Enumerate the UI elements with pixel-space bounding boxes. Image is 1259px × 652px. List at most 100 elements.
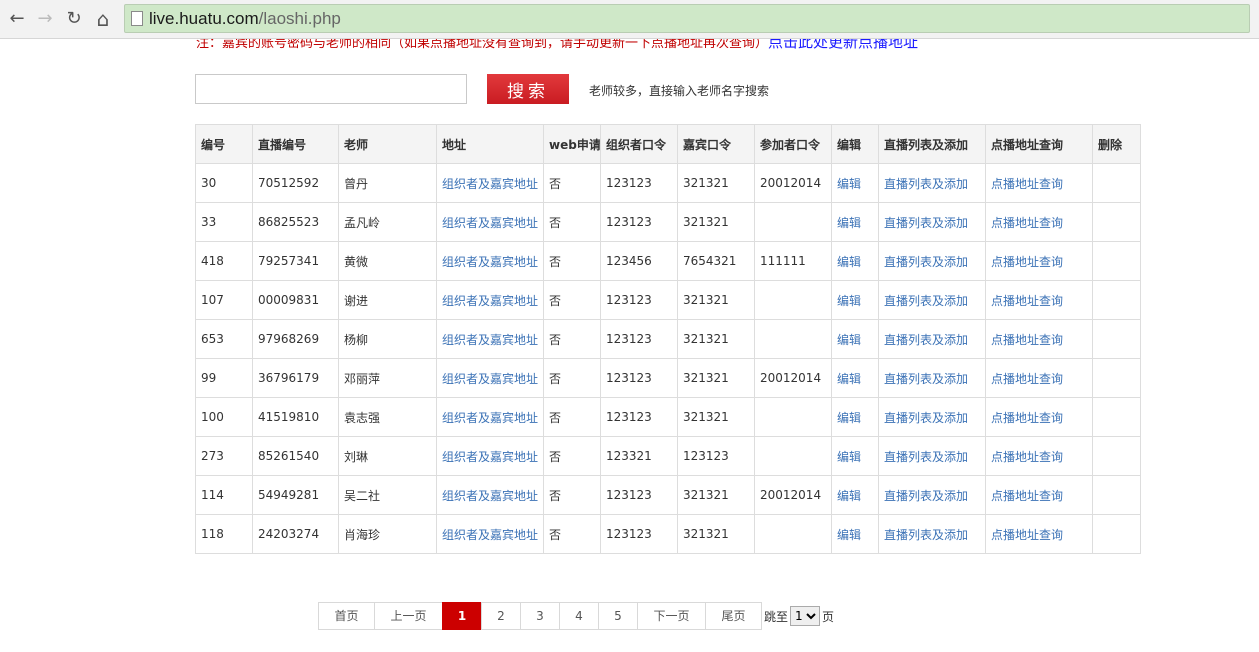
cell-attend-pwd: 20012014 [754, 163, 832, 203]
cell-org-pwd: 123123 [600, 514, 678, 554]
live-list-link[interactable]: 直播列表及添加 [884, 255, 968, 269]
vod-query-cell: 点播地址查询 [985, 241, 1093, 281]
next-page-button[interactable]: 下一页 [637, 602, 706, 630]
live-list-link[interactable]: 直播列表及添加 [884, 372, 968, 386]
edit-link[interactable]: 编辑 [837, 177, 861, 191]
edit-cell: 编辑 [831, 280, 879, 320]
search-button[interactable]: 搜索 [487, 74, 569, 104]
vod-query-link[interactable]: 点播地址查询 [991, 450, 1063, 464]
back-arrow-icon[interactable]: ← [6, 8, 28, 30]
address-link[interactable]: 组织者及嘉宾地址 [442, 372, 538, 386]
live-list-link[interactable]: 直播列表及添加 [884, 450, 968, 464]
table-row: 107 00009831 谢进 组织者及嘉宾地址否 123123 321321 编辑 直播列表… [195, 280, 1141, 320]
cell-guest-pwd: 321321 [677, 319, 755, 359]
page-icon [131, 11, 143, 26]
live-list-link[interactable]: 直播列表及添加 [884, 489, 968, 503]
live-list-link[interactable]: 直播列表及添加 [884, 411, 968, 425]
table-row: 30 70512592 曾丹 组织者及嘉宾地址否 123123 321321 2001201… [195, 163, 1141, 203]
header-live-list: 直播列表及添加 [878, 124, 986, 164]
address-cell: 组织者及嘉宾地址 [436, 358, 544, 398]
header-delete: 删除 [1092, 124, 1141, 164]
vod-query-link[interactable]: 点播地址查询 [991, 255, 1063, 269]
edit-cell: 编辑 [831, 514, 879, 554]
live-list-link[interactable]: 直播列表及添加 [884, 294, 968, 308]
page-2-button[interactable]: 2 [481, 602, 521, 630]
cell-live-no: 24203274 [252, 514, 339, 554]
table-body: 30 70512592 曾丹 组织者及嘉宾地址否 123123 321321 2001201… [195, 163, 1141, 554]
address-cell: 组织者及嘉宾地址 [436, 514, 544, 554]
cell-delete [1092, 475, 1141, 515]
address-link[interactable]: 组织者及嘉宾地址 [442, 294, 538, 308]
first-page-button[interactable]: 首页 [318, 602, 375, 630]
live-list-cell: 直播列表及添加 [878, 163, 986, 203]
reload-icon[interactable]: ↻ [63, 8, 85, 30]
vod-query-link[interactable]: 点播地址查询 [991, 528, 1063, 542]
vod-query-link[interactable]: 点播地址查询 [991, 333, 1063, 347]
address-link[interactable]: 组织者及嘉宾地址 [442, 489, 538, 503]
cell-org-pwd: 123321 [600, 436, 678, 476]
page-1-button[interactable]: 1 [442, 602, 482, 630]
address-link[interactable]: 组织者及嘉宾地址 [442, 528, 538, 542]
edit-link[interactable]: 编辑 [837, 294, 861, 308]
vod-query-cell: 点播地址查询 [985, 202, 1093, 242]
cell-teacher: 袁志强 [338, 397, 437, 437]
cell-org-pwd: 123123 [600, 163, 678, 203]
cell-teacher: 曾丹 [338, 163, 437, 203]
cell-live-no: 00009831 [252, 280, 339, 320]
header-attend-pwd: 参加者口令 [754, 124, 832, 164]
edit-link[interactable]: 编辑 [837, 450, 861, 464]
address-link[interactable]: 组织者及嘉宾地址 [442, 177, 538, 191]
edit-link[interactable]: 编辑 [837, 255, 861, 269]
home-icon[interactable]: ⌂ [92, 8, 114, 30]
vod-query-link[interactable]: 点播地址查询 [991, 411, 1063, 425]
live-list-link[interactable]: 直播列表及添加 [884, 177, 968, 191]
live-list-link[interactable]: 直播列表及添加 [884, 333, 968, 347]
address-link[interactable]: 组织者及嘉宾地址 [442, 255, 538, 269]
table-header-row: 编号 直播编号 老师 地址 web申请 组织者口令 嘉宾口令 参加者口令 编辑 … [195, 124, 1141, 164]
header-address: 地址 [436, 124, 544, 164]
cell-org-pwd: 123456 [600, 241, 678, 281]
vod-query-link[interactable]: 点播地址查询 [991, 216, 1063, 230]
cell-id: 99 [195, 358, 253, 398]
edit-cell: 编辑 [831, 436, 879, 476]
live-list-link[interactable]: 直播列表及添加 [884, 528, 968, 542]
live-list-link[interactable]: 直播列表及添加 [884, 216, 968, 230]
cell-delete [1092, 436, 1141, 476]
edit-link[interactable]: 编辑 [837, 411, 861, 425]
address-bar[interactable]: live.huatu.com/laoshi.php [124, 4, 1250, 33]
vod-query-link[interactable]: 点播地址查询 [991, 177, 1063, 191]
edit-link[interactable]: 编辑 [837, 528, 861, 542]
cell-attend-pwd [754, 397, 832, 437]
edit-link[interactable]: 编辑 [837, 489, 861, 503]
edit-link[interactable]: 编辑 [837, 216, 861, 230]
edit-link[interactable]: 编辑 [837, 372, 861, 386]
address-link[interactable]: 组织者及嘉宾地址 [442, 450, 538, 464]
cell-live-no: 86825523 [252, 202, 339, 242]
cell-live-no: 97968269 [252, 319, 339, 359]
cell-live-no: 70512592 [252, 163, 339, 203]
vod-query-cell: 点播地址查询 [985, 280, 1093, 320]
edit-link[interactable]: 编辑 [837, 333, 861, 347]
vod-query-link[interactable]: 点播地址查询 [991, 372, 1063, 386]
last-page-button[interactable]: 尾页 [705, 602, 762, 630]
page-3-button[interactable]: 3 [520, 602, 560, 630]
vod-query-cell: 点播地址查询 [985, 319, 1093, 359]
prev-page-button[interactable]: 上一页 [374, 602, 443, 630]
cell-teacher: 孟凡岭 [338, 202, 437, 242]
page-5-button[interactable]: 5 [598, 602, 638, 630]
page-jump-select[interactable]: 1 [790, 606, 821, 626]
vod-query-link[interactable]: 点播地址查询 [991, 489, 1063, 503]
address-link[interactable]: 组织者及嘉宾地址 [442, 216, 538, 230]
cell-attend-pwd: 20012014 [754, 358, 832, 398]
address-link[interactable]: 组织者及嘉宾地址 [442, 333, 538, 347]
cell-org-pwd: 123123 [600, 358, 678, 398]
cell-guest-pwd: 321321 [677, 280, 755, 320]
search-input[interactable] [195, 74, 467, 104]
vod-query-link[interactable]: 点播地址查询 [991, 294, 1063, 308]
address-link[interactable]: 组织者及嘉宾地址 [442, 411, 538, 425]
page-4-button[interactable]: 4 [559, 602, 599, 630]
live-list-cell: 直播列表及添加 [878, 241, 986, 281]
page-numbers: 12345 [442, 602, 638, 630]
cell-id: 118 [195, 514, 253, 554]
forward-arrow-icon[interactable]: → [34, 8, 56, 30]
